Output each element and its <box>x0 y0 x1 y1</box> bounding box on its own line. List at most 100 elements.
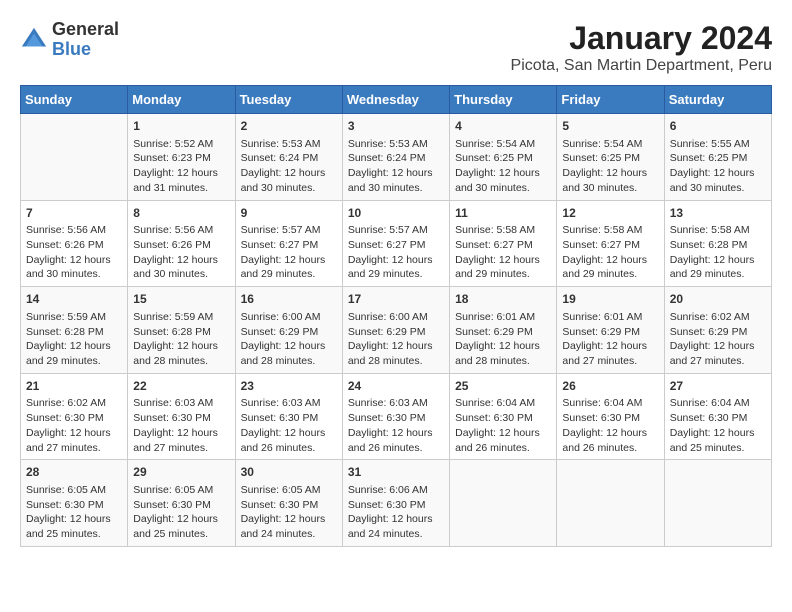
day-info: Sunrise: 5:58 AM Sunset: 6:27 PM Dayligh… <box>455 223 551 282</box>
calendar-day-cell: 29 Sunrise: 6:05 AM Sunset: 6:30 PM Dayli… <box>128 460 235 547</box>
day-info: Sunrise: 6:04 AM Sunset: 6:30 PM Dayligh… <box>562 396 658 455</box>
calendar-day-cell: 15 Sunrise: 5:59 AM Sunset: 6:28 PM Dayli… <box>128 287 235 374</box>
day-of-week-header: Tuesday <box>235 86 342 114</box>
logo-icon <box>20 26 48 54</box>
title-area: January 2024 Picota, San Martin Departme… <box>511 20 772 75</box>
day-info: Sunrise: 6:00 AM Sunset: 6:29 PM Dayligh… <box>348 310 444 369</box>
day-info: Sunrise: 6:02 AM Sunset: 6:30 PM Dayligh… <box>26 396 122 455</box>
day-number: 8 <box>133 205 229 222</box>
calendar-day-cell: 9Sunrise: 5:57 AM Sunset: 6:27 PM Daylig… <box>235 200 342 287</box>
calendar-day-cell: 22Sunrise: 6:03 AM Sunset: 6:30 PM Dayli… <box>128 373 235 460</box>
day-info: Sunrise: 5:56 AM Sunset: 6:26 PM Dayligh… <box>133 223 229 282</box>
day-number: 10 <box>348 205 444 222</box>
calendar-subtitle: Picota, San Martin Department, Peru <box>511 57 772 75</box>
calendar-day-cell: 19 Sunrise: 6:01 AM Sunset: 6:29 PM Dayli… <box>557 287 664 374</box>
calendar-week-row: 14 Sunrise: 5:59 AM Sunset: 6:28 PM Dayli… <box>21 287 772 374</box>
day-number: 1 <box>133 118 229 135</box>
calendar-day-cell: 26Sunrise: 6:04 AM Sunset: 6:30 PM Dayli… <box>557 373 664 460</box>
day-info: Sunrise: 5:57 AM Sunset: 6:27 PM Dayligh… <box>241 223 337 282</box>
day-info: Sunrise: 6:03 AM Sunset: 6:30 PM Dayligh… <box>348 396 444 455</box>
day-info: Sunrise: 6:02 AM Sunset: 6:29 PM Dayligh… <box>670 310 766 369</box>
day-info: Sunrise: 5:55 AM Sunset: 6:25 PM Dayligh… <box>670 137 766 196</box>
day-number: 14 <box>26 291 122 308</box>
day-number: 20 <box>670 291 766 308</box>
day-number: 11 <box>455 205 551 222</box>
day-number: 17 <box>348 291 444 308</box>
calendar-day-cell: 21Sunrise: 6:02 AM Sunset: 6:30 PM Dayli… <box>21 373 128 460</box>
day-info: Sunrise: 6:01 AM Sunset: 6:29 PM Dayligh… <box>455 310 551 369</box>
day-number: 31 <box>348 464 444 481</box>
calendar-day-cell: 20 Sunrise: 6:02 AM Sunset: 6:29 PM Dayli… <box>664 287 771 374</box>
day-info: Sunrise: 6:05 AM Sunset: 6:30 PM Dayligh… <box>133 483 229 542</box>
calendar-day-cell: 31Sunrise: 6:06 AM Sunset: 6:30 PM Dayli… <box>342 460 449 547</box>
logo-general: General <box>52 19 119 39</box>
calendar-day-cell: 30Sunrise: 6:05 AM Sunset: 6:30 PM Dayli… <box>235 460 342 547</box>
calendar-day-cell: 12Sunrise: 5:58 AM Sunset: 6:27 PM Dayli… <box>557 200 664 287</box>
day-number: 27 <box>670 378 766 395</box>
day-info: Sunrise: 5:53 AM Sunset: 6:24 PM Dayligh… <box>348 137 444 196</box>
day-number: 26 <box>562 378 658 395</box>
day-of-week-header: Monday <box>128 86 235 114</box>
day-of-week-header: Wednesday <box>342 86 449 114</box>
calendar-day-cell: 23Sunrise: 6:03 AM Sunset: 6:30 PM Dayli… <box>235 373 342 460</box>
day-number: 22 <box>133 378 229 395</box>
header: General Blue January 2024 Picota, San Ma… <box>20 20 772 75</box>
day-number: 16 <box>241 291 337 308</box>
calendar-day-cell: 6Sunrise: 5:55 AM Sunset: 6:25 PM Daylig… <box>664 114 771 201</box>
day-info: Sunrise: 5:57 AM Sunset: 6:27 PM Dayligh… <box>348 223 444 282</box>
day-info: Sunrise: 6:04 AM Sunset: 6:30 PM Dayligh… <box>670 396 766 455</box>
calendar-day-cell: 4 Sunrise: 5:54 AM Sunset: 6:25 PM Daylig… <box>450 114 557 201</box>
calendar-day-cell: 2 Sunrise: 5:53 AM Sunset: 6:24 PM Daylig… <box>235 114 342 201</box>
day-number: 13 <box>670 205 766 222</box>
day-info: Sunrise: 5:52 AM Sunset: 6:23 PM Dayligh… <box>133 137 229 196</box>
calendar-day-cell: 25Sunrise: 6:04 AM Sunset: 6:30 PM Dayli… <box>450 373 557 460</box>
day-number: 30 <box>241 464 337 481</box>
calendar-title: January 2024 <box>511 20 772 57</box>
calendar-day-cell: 10Sunrise: 5:57 AM Sunset: 6:27 PM Dayli… <box>342 200 449 287</box>
calendar-day-cell: 24Sunrise: 6:03 AM Sunset: 6:30 PM Dayli… <box>342 373 449 460</box>
calendar-day-cell <box>664 460 771 547</box>
calendar-day-cell: 7Sunrise: 5:56 AM Sunset: 6:26 PM Daylig… <box>21 200 128 287</box>
day-number: 9 <box>241 205 337 222</box>
calendar-day-cell: 27Sunrise: 6:04 AM Sunset: 6:30 PM Dayli… <box>664 373 771 460</box>
day-number: 21 <box>26 378 122 395</box>
calendar-day-cell: 17 Sunrise: 6:00 AM Sunset: 6:29 PM Dayli… <box>342 287 449 374</box>
day-info: Sunrise: 6:03 AM Sunset: 6:30 PM Dayligh… <box>133 396 229 455</box>
day-info: Sunrise: 5:54 AM Sunset: 6:25 PM Dayligh… <box>455 137 551 196</box>
calendar-day-cell: 3 Sunrise: 5:53 AM Sunset: 6:24 PM Daylig… <box>342 114 449 201</box>
day-info: Sunrise: 6:01 AM Sunset: 6:29 PM Dayligh… <box>562 310 658 369</box>
calendar-day-cell: 16Sunrise: 6:00 AM Sunset: 6:29 PM Dayli… <box>235 287 342 374</box>
day-of-week-header: Thursday <box>450 86 557 114</box>
calendar-day-cell: 28 Sunrise: 6:05 AM Sunset: 6:30 PM Dayli… <box>21 460 128 547</box>
calendar-day-cell: 8Sunrise: 5:56 AM Sunset: 6:26 PM Daylig… <box>128 200 235 287</box>
day-number: 2 <box>241 118 337 135</box>
day-info: Sunrise: 5:58 AM Sunset: 6:27 PM Dayligh… <box>562 223 658 282</box>
day-number: 12 <box>562 205 658 222</box>
day-info: Sunrise: 5:54 AM Sunset: 6:25 PM Dayligh… <box>562 137 658 196</box>
logo-blue: Blue <box>52 39 91 59</box>
calendar-week-row: 21Sunrise: 6:02 AM Sunset: 6:30 PM Dayli… <box>21 373 772 460</box>
day-number: 18 <box>455 291 551 308</box>
day-number: 15 <box>133 291 229 308</box>
day-number: 28 <box>26 464 122 481</box>
calendar-day-cell <box>557 460 664 547</box>
logo: General Blue <box>20 20 119 60</box>
calendar-table: SundayMondayTuesdayWednesdayThursdayFrid… <box>20 85 772 547</box>
day-number: 4 <box>455 118 551 135</box>
day-info: Sunrise: 5:53 AM Sunset: 6:24 PM Dayligh… <box>241 137 337 196</box>
day-info: Sunrise: 5:56 AM Sunset: 6:26 PM Dayligh… <box>26 223 122 282</box>
calendar-header-row: SundayMondayTuesdayWednesdayThursdayFrid… <box>21 86 772 114</box>
day-info: Sunrise: 5:59 AM Sunset: 6:28 PM Dayligh… <box>26 310 122 369</box>
day-number: 19 <box>562 291 658 308</box>
day-number: 3 <box>348 118 444 135</box>
calendar-week-row: 7Sunrise: 5:56 AM Sunset: 6:26 PM Daylig… <box>21 200 772 287</box>
day-info: Sunrise: 6:05 AM Sunset: 6:30 PM Dayligh… <box>26 483 122 542</box>
day-info: Sunrise: 5:59 AM Sunset: 6:28 PM Dayligh… <box>133 310 229 369</box>
calendar-week-row: 1 Sunrise: 5:52 AM Sunset: 6:23 PM Daylig… <box>21 114 772 201</box>
calendar-day-cell <box>450 460 557 547</box>
calendar-day-cell: 18 Sunrise: 6:01 AM Sunset: 6:29 PM Dayli… <box>450 287 557 374</box>
calendar-day-cell <box>21 114 128 201</box>
calendar-day-cell: 13Sunrise: 5:58 AM Sunset: 6:28 PM Dayli… <box>664 200 771 287</box>
day-info: Sunrise: 5:58 AM Sunset: 6:28 PM Dayligh… <box>670 223 766 282</box>
day-number: 29 <box>133 464 229 481</box>
